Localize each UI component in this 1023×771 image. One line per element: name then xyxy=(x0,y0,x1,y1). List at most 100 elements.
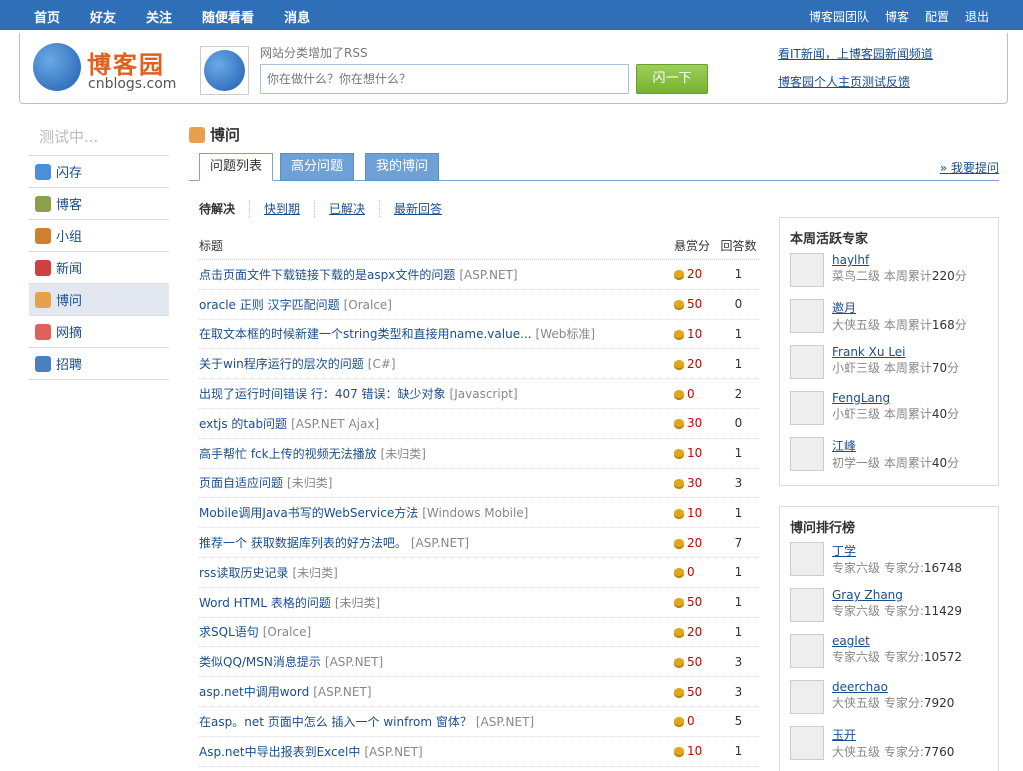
sidebar-item-bookmark[interactable]: 网摘 xyxy=(29,316,169,348)
question-title-link[interactable]: 出现了运行时间错误 行：407 错误：缺少对象 xyxy=(199,387,446,401)
person-level: 专家六级 xyxy=(832,561,881,575)
question-category[interactable]: [未归类] xyxy=(381,447,426,461)
filter-solved[interactable]: 已解决 xyxy=(329,200,381,217)
question-title-link[interactable]: 在取文本框的时候新建一个string类型和直接用name.value... xyxy=(199,327,532,341)
table-row: asp.net中调用word [ASP.NET] 50 3 xyxy=(199,677,759,707)
nav-blog[interactable]: 博客 xyxy=(885,8,909,25)
question-title-link[interactable]: 求SQL语句 xyxy=(199,625,259,639)
person-name-link[interactable]: 丁学 xyxy=(832,542,962,559)
person-score-unit: 分 xyxy=(954,269,967,283)
tab-question-list[interactable]: 问题列表 xyxy=(199,153,274,181)
news-channel-link[interactable]: 看IT新闻，上博客园新闻频道 xyxy=(778,45,933,62)
tab-my-questions[interactable]: 我的博问 xyxy=(365,153,440,181)
user-avatar[interactable] xyxy=(790,253,824,287)
person-level: 大侠五级 xyxy=(832,745,881,759)
filter-expiring[interactable]: 快到期 xyxy=(264,200,316,217)
user-avatar[interactable] xyxy=(790,391,824,425)
person-score-unit: 分 xyxy=(954,318,967,332)
group-icon xyxy=(35,227,51,244)
table-row: 页面自适应问题 [未归类] 30 3 xyxy=(199,469,759,499)
question-category[interactable]: [ASP.NET] xyxy=(411,536,469,550)
top-nav-left: 首页 好友 关注 随便看看 消息 xyxy=(34,7,340,26)
person-meta: 菜鸟二级 本周累计220分 xyxy=(832,269,967,283)
sidebar-item-qa[interactable]: 博问 xyxy=(29,284,169,316)
nav-logout[interactable]: 退出 xyxy=(965,8,989,25)
person-name-link[interactable]: 江峰 xyxy=(832,437,959,454)
sidebar-item-blog[interactable]: 博客 xyxy=(29,188,169,220)
nav-follow[interactable]: 关注 xyxy=(146,7,172,26)
nav-messages[interactable]: 消息 xyxy=(284,7,310,26)
question-category[interactable]: [ASP.NET Ajax] xyxy=(291,417,379,431)
table-row: 在取文本框的时候新建一个string类型和直接用name.value... [We… xyxy=(199,320,759,350)
nav-random[interactable]: 随便看看 xyxy=(202,7,254,26)
question-title-link[interactable]: 页面自适应问题 xyxy=(199,476,283,490)
nav-home[interactable]: 首页 xyxy=(34,7,60,26)
question-title-link[interactable]: asp.net中调用word xyxy=(199,685,309,699)
question-title-link[interactable]: 在asp。net 页面中怎么 插入一个 winfrom 窗体？ xyxy=(199,715,472,729)
person-name-link[interactable]: Gray Zhang xyxy=(832,588,962,602)
filter-latest-answers[interactable]: 最新回答 xyxy=(394,200,456,217)
sidebar-item-flash[interactable]: 闪存 xyxy=(29,156,169,188)
question-category[interactable]: [ASP.NET] xyxy=(476,715,534,729)
user-avatar[interactable] xyxy=(790,726,824,760)
question-category[interactable]: [ASP.NET] xyxy=(313,685,371,699)
nav-team[interactable]: 博客园团队 xyxy=(809,8,869,25)
question-category[interactable]: [ASP.NET] xyxy=(459,268,517,282)
coin-icon xyxy=(674,270,684,279)
question-category[interactable]: [Javascript] xyxy=(450,387,518,401)
user-avatar[interactable] xyxy=(790,680,824,714)
question-category[interactable]: [Web标准] xyxy=(536,327,596,341)
coin-icon xyxy=(674,687,684,696)
question-title-link[interactable]: Asp.net中导出报表到Excel中 xyxy=(199,745,360,759)
question-category[interactable]: [未归类] xyxy=(287,476,332,490)
question-title-link[interactable]: extjs 的tab问题 xyxy=(199,417,287,431)
person-name-link[interactable]: Frank Xu Lei xyxy=(832,345,959,359)
filter-unsolved[interactable]: 待解决 xyxy=(199,200,251,217)
question-title-link[interactable]: oracle 正则 汉字匹配问题 xyxy=(199,298,340,312)
flash-button[interactable]: 闪一下 xyxy=(636,64,708,94)
user-avatar[interactable] xyxy=(790,345,824,379)
status-input[interactable] xyxy=(260,64,629,94)
feedback-link[interactable]: 博客园个人主页测试反馈 xyxy=(778,73,933,90)
question-title-link[interactable]: Mobile调用Java书写的WebService方法 xyxy=(199,506,418,520)
sidebar-item-group[interactable]: 小组 xyxy=(29,220,169,252)
user-avatar[interactable] xyxy=(200,46,249,95)
question-title-link[interactable]: 高手帮忙 fck上传的视频无法播放 xyxy=(199,447,377,461)
user-avatar[interactable] xyxy=(790,299,824,333)
person-name-link[interactable]: 邀月 xyxy=(832,299,967,316)
question-title-link[interactable]: 类似QQ/MSN消息提示 xyxy=(199,655,321,669)
question-category[interactable]: [Oralce] xyxy=(344,298,392,312)
person-name-link[interactable]: FengLang xyxy=(832,391,959,405)
sidebar-item-news[interactable]: 新闻 xyxy=(29,252,169,284)
site-header: 博客园 cnblogs.com 网站分类增加了RSS 闪一下 看IT新闻，上博客… xyxy=(19,33,1008,104)
question-category[interactable]: [C#] xyxy=(368,357,396,371)
ask-question-link[interactable]: » 我要提问 xyxy=(940,159,999,176)
user-avatar[interactable] xyxy=(790,588,824,622)
question-title-link[interactable]: Word HTML 表格的问题 xyxy=(199,596,331,610)
nav-friends[interactable]: 好友 xyxy=(90,7,116,26)
question-title-link[interactable]: 关于win程序运行的层次的问题 xyxy=(199,357,364,371)
reward-value: 20 xyxy=(687,267,703,282)
question-category[interactable]: [Windows Mobile] xyxy=(422,506,528,520)
question-category[interactable]: [未归类] xyxy=(335,596,380,610)
question-category[interactable]: [Oralce] xyxy=(263,625,311,639)
question-title-link[interactable]: 点击页面文件下载链接下载的是aspx文件的问题 xyxy=(199,268,455,282)
person-name-link[interactable]: deerchao xyxy=(832,680,954,694)
question-title-link[interactable]: 推荐一个 获取数据库列表的好方法吧。 xyxy=(199,536,407,550)
person-score: 11429 xyxy=(923,604,963,618)
person-name-link[interactable]: 玉开 xyxy=(832,726,954,743)
sidebar-item-jobs[interactable]: 招聘 xyxy=(29,348,169,380)
nav-settings[interactable]: 配置 xyxy=(925,8,949,25)
question-category[interactable]: [未归类] xyxy=(292,566,337,580)
site-logo[interactable]: 博客园 cnblogs.com xyxy=(33,43,183,95)
person-name-link[interactable]: eaglet xyxy=(832,634,962,648)
user-avatar[interactable] xyxy=(790,634,824,668)
person-name-link[interactable]: haylhf xyxy=(832,253,967,267)
question-title-link[interactable]: rss读取历史记录 xyxy=(199,566,288,580)
user-avatar[interactable] xyxy=(790,542,824,576)
question-category[interactable]: [ASP.NET] xyxy=(325,655,383,669)
user-avatar[interactable] xyxy=(790,437,824,471)
reward-value: 10 xyxy=(687,446,703,461)
tab-high-score[interactable]: 高分问题 xyxy=(280,153,355,181)
question-category[interactable]: [ASP.NET] xyxy=(364,745,422,759)
